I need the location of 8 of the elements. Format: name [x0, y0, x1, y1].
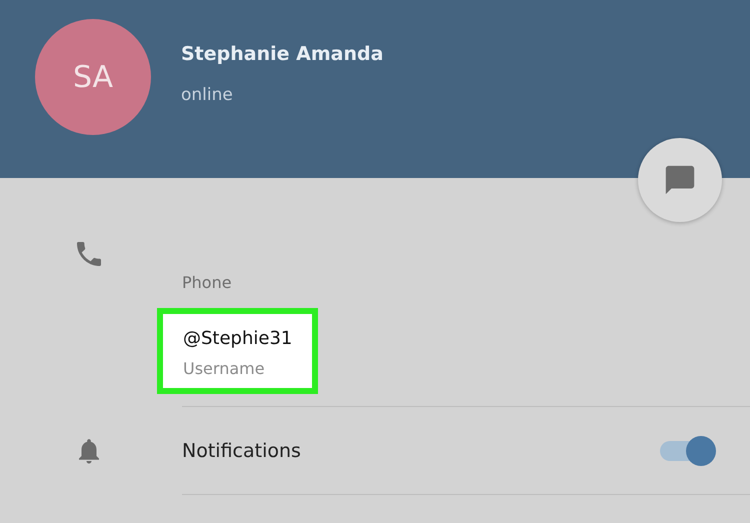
username-label: Username	[183, 359, 266, 378]
contact-name: Stephanie Amanda	[181, 43, 384, 65]
avatar: SA	[35, 19, 151, 135]
phone-label: Phone	[182, 273, 232, 292]
notifications-label: Notifications	[182, 440, 302, 462]
username: @Stephie31	[183, 328, 292, 349]
contact-status: online	[181, 85, 234, 105]
notifications-toggle[interactable]	[660, 436, 716, 466]
